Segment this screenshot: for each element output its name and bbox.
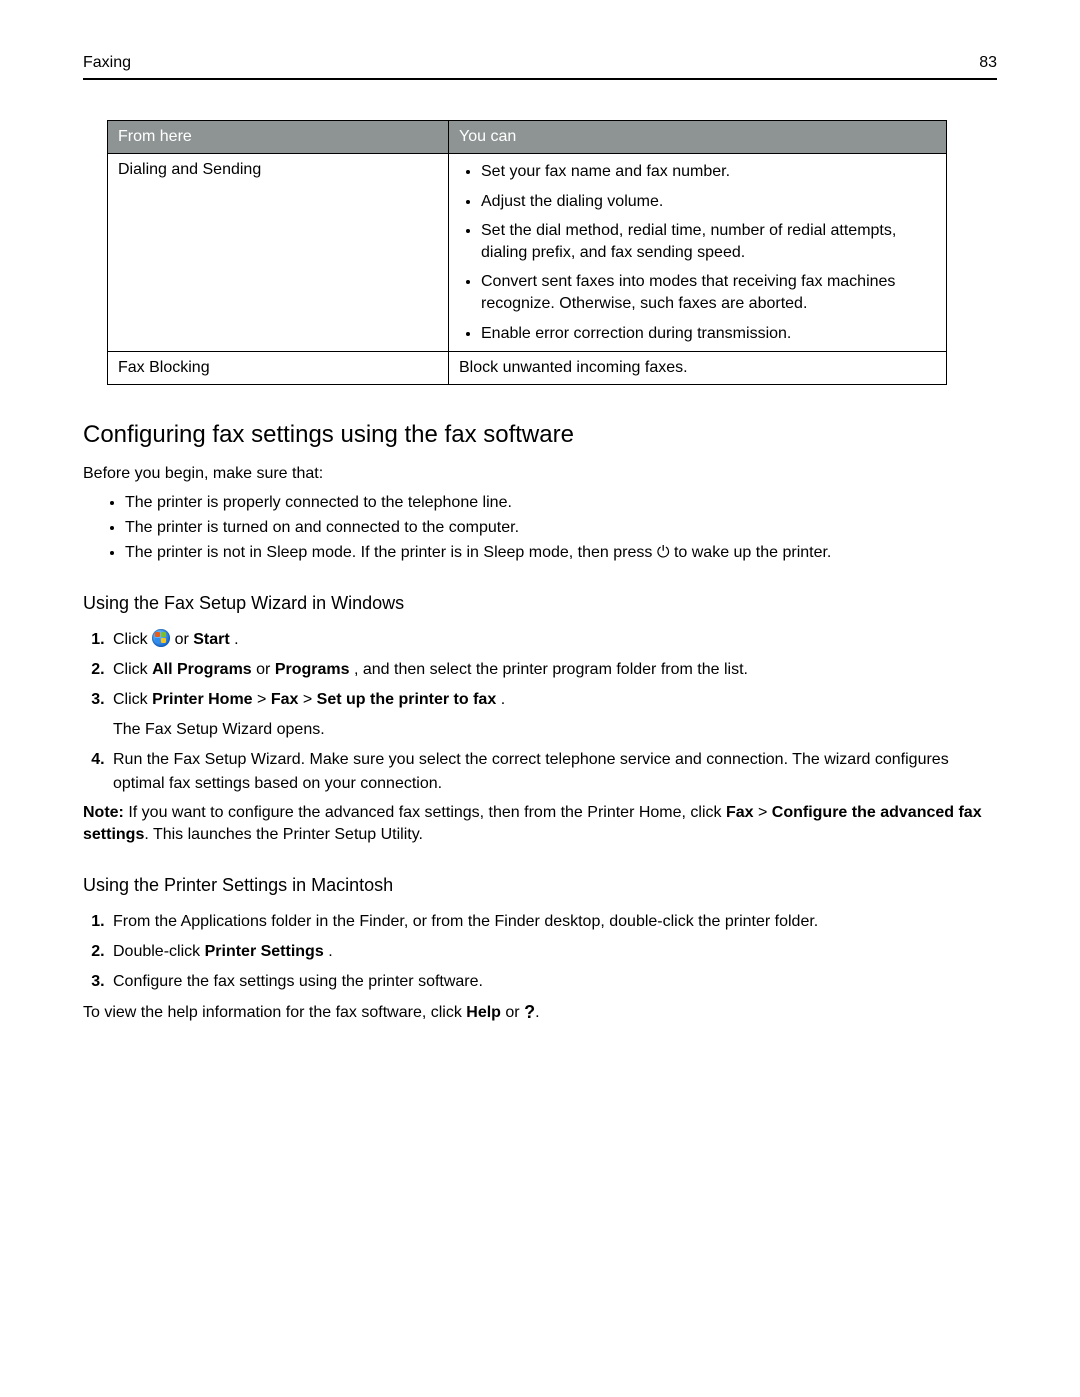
power-icon: ⏻ bbox=[657, 544, 670, 561]
text: Click bbox=[113, 631, 152, 648]
step-3-sub: The Fax Setup Wizard opens. bbox=[113, 718, 997, 742]
help-line: To view the help information for the fax… bbox=[83, 1000, 997, 1025]
note: Note: If you want to configure the advan… bbox=[83, 802, 997, 847]
list-item: The printer is not in Sleep mode. If the… bbox=[125, 542, 997, 564]
question-mark-icon: ? bbox=[524, 1000, 535, 1025]
intro-text: Before you begin, make sure that: bbox=[83, 463, 997, 485]
step-3: Click Printer Home > Fax > Set up the pr… bbox=[109, 688, 997, 742]
text: , and then select the printer program fo… bbox=[354, 661, 748, 678]
list-item: The printer is properly connected to the… bbox=[125, 492, 997, 514]
row1-list: Set your fax name and fax number. Adjust… bbox=[459, 161, 936, 344]
step-3: Configure the fax settings using the pri… bbox=[109, 970, 997, 994]
text: Click bbox=[113, 661, 152, 678]
row1-label: Dialing and Sending bbox=[108, 154, 449, 352]
step-1: From the Applications folder in the Find… bbox=[109, 910, 997, 934]
help-label: Help bbox=[466, 1004, 501, 1021]
table-row: Fax Blocking Block unwanted incoming fax… bbox=[108, 352, 947, 385]
text: > bbox=[754, 804, 772, 821]
text: or bbox=[501, 1004, 524, 1021]
text: To view the help information for the fax… bbox=[83, 1004, 466, 1021]
list-item: Adjust the dialing volume. bbox=[481, 191, 936, 213]
windows-steps: Click or Start . Click All Programs or P… bbox=[83, 628, 997, 796]
bold: Printer Home bbox=[152, 691, 252, 708]
list-item: Set the dial method, redial time, number… bbox=[481, 220, 936, 263]
list-item: Enable error correction during transmiss… bbox=[481, 323, 936, 345]
text: or bbox=[175, 631, 194, 648]
text: > bbox=[303, 691, 317, 708]
bold: Fax bbox=[726, 804, 754, 821]
start-label: Start bbox=[193, 631, 229, 648]
step-4: Run the Fax Setup Wizard. Make sure you … bbox=[109, 748, 997, 796]
text: . bbox=[535, 1004, 539, 1021]
list-item: Set your fax name and fax number. bbox=[481, 161, 936, 183]
text: Double-click bbox=[113, 943, 205, 960]
text: . bbox=[328, 943, 332, 960]
windows-subheading: Using the Fax Setup Wizard in Windows bbox=[83, 593, 997, 614]
windows-start-icon bbox=[152, 629, 170, 647]
note-label: Note: bbox=[83, 804, 124, 821]
list-item: Convert sent faxes into modes that recei… bbox=[481, 271, 936, 314]
options-table: From here You can Dialing and Sending Se… bbox=[107, 120, 947, 385]
col-you-can: You can bbox=[449, 121, 947, 154]
bold: Set up the printer to fax bbox=[317, 691, 497, 708]
text: . This launches the Printer Setup Utilit… bbox=[144, 826, 423, 843]
text: The printer is not in Sleep mode. If the… bbox=[125, 544, 657, 561]
text: . bbox=[501, 691, 505, 708]
bold: Programs bbox=[275, 661, 350, 678]
row2-desc: Block unwanted incoming faxes. bbox=[449, 352, 947, 385]
page-number: 83 bbox=[979, 54, 997, 72]
bold: Printer Settings bbox=[205, 943, 324, 960]
page-content: From here You can Dialing and Sending Se… bbox=[83, 80, 997, 1025]
step-2: Click All Programs or Programs , and the… bbox=[109, 658, 997, 682]
table-row: Dialing and Sending Set your fax name an… bbox=[108, 154, 947, 352]
section-name: Faxing bbox=[83, 54, 131, 72]
bold: All Programs bbox=[152, 661, 252, 678]
text: Click bbox=[113, 691, 152, 708]
step-2: Double-click Printer Settings . bbox=[109, 940, 997, 964]
step-1: Click or Start . bbox=[109, 628, 997, 652]
running-header: Faxing 83 bbox=[83, 54, 997, 80]
text: If you want to configure the advanced fa… bbox=[124, 804, 726, 821]
col-from-here: From here bbox=[108, 121, 449, 154]
page: Faxing 83 From here You can Dialing and … bbox=[0, 0, 1080, 1397]
table-header-row: From here You can bbox=[108, 121, 947, 154]
row1-desc: Set your fax name and fax number. Adjust… bbox=[449, 154, 947, 352]
section-heading: Configuring fax settings using the fax s… bbox=[83, 421, 997, 449]
row2-label: Fax Blocking bbox=[108, 352, 449, 385]
mac-subheading: Using the Printer Settings in Macintosh bbox=[83, 875, 997, 896]
prerequisites-list: The printer is properly connected to the… bbox=[83, 492, 997, 565]
bold: Fax bbox=[271, 691, 299, 708]
text: or bbox=[256, 661, 275, 678]
text: . bbox=[234, 631, 238, 648]
list-item: The printer is turned on and connected t… bbox=[125, 517, 997, 539]
text: > bbox=[257, 691, 271, 708]
mac-steps: From the Applications folder in the Find… bbox=[83, 910, 997, 994]
text: to wake up the printer. bbox=[670, 544, 832, 561]
